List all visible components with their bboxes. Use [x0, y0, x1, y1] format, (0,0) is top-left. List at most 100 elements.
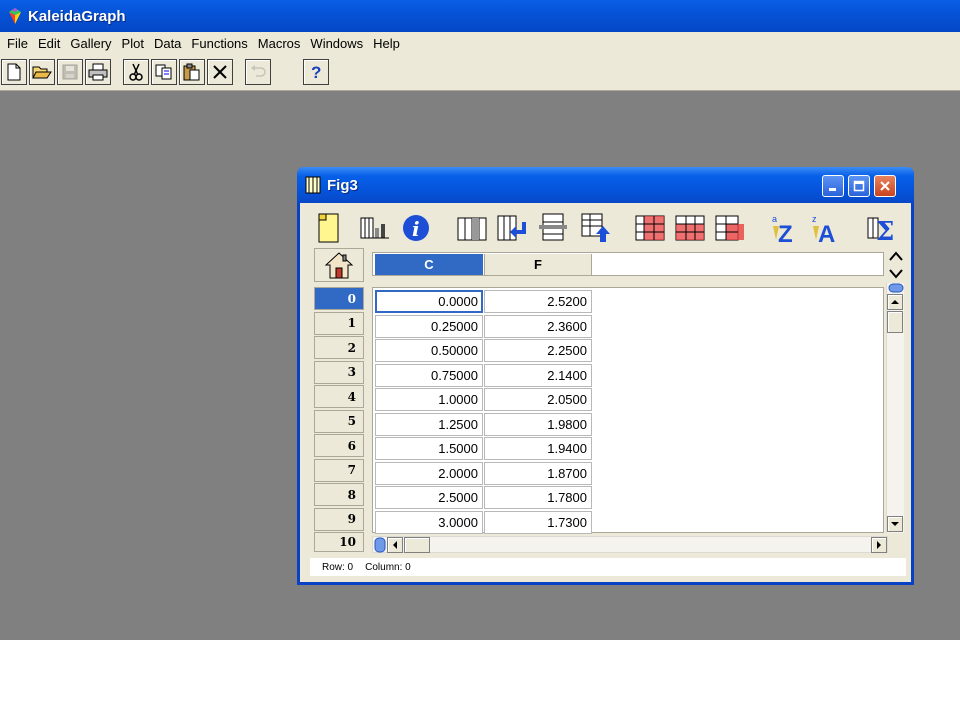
- svg-text:Σ: Σ: [876, 217, 894, 244]
- row-header[interactable]: 7: [314, 458, 364, 482]
- cell-c[interactable]: 0.75000: [375, 363, 483, 387]
- home-button[interactable]: [314, 248, 364, 282]
- row-header[interactable]: 8: [314, 483, 364, 506]
- cells-area: 0.0000 2.5200 0.25000 2.3600 0.50000 2.2…: [372, 287, 884, 534]
- data-window-toolbar: i aZ zA Σ: [310, 212, 906, 246]
- paste-button[interactable]: [179, 59, 205, 85]
- data-window-titlebar[interactable]: Fig3: [297, 167, 914, 203]
- row-header[interactable]: 3: [314, 360, 364, 384]
- move-row-up-icon[interactable]: [578, 212, 610, 244]
- app-titlebar: KaleidaGraph: [0, 0, 960, 32]
- open-folder-icon: [32, 66, 52, 79]
- menu-data[interactable]: Data: [149, 36, 186, 51]
- horizontal-scroll-thumb[interactable]: [404, 537, 430, 553]
- scissors-icon: [129, 63, 143, 81]
- new-document-icon: [7, 63, 21, 81]
- cut-button[interactable]: [123, 59, 149, 85]
- status-column: Column: 0: [365, 561, 411, 573]
- menu-plot[interactable]: Plot: [117, 36, 149, 51]
- save-button[interactable]: [57, 59, 83, 85]
- status-bar: Row: 0 Column: 0: [310, 558, 906, 576]
- cell-f[interactable]: 2.0500: [484, 388, 592, 411]
- cell-c[interactable]: 1.5000: [375, 437, 483, 460]
- sort-descending-icon[interactable]: zA: [810, 212, 842, 244]
- sum-sigma-icon[interactable]: Σ: [866, 212, 898, 244]
- menu-edit[interactable]: Edit: [33, 36, 65, 51]
- cell-c[interactable]: 0.25000: [375, 314, 483, 338]
- svg-text:?: ?: [311, 63, 321, 81]
- split-handle-horizontal-icon[interactable]: [374, 537, 386, 553]
- sort-red-block-icon[interactable]: [714, 212, 746, 244]
- vertical-scrollbar[interactable]: [886, 283, 904, 533]
- scroll-left-button[interactable]: [387, 537, 403, 553]
- sort-red-columns-icon[interactable]: [634, 212, 666, 244]
- cell-f[interactable]: 2.2500: [484, 339, 592, 362]
- menu-file[interactable]: File: [2, 36, 33, 51]
- cell-f[interactable]: 2.5200: [484, 290, 592, 313]
- insert-column-icon[interactable]: [456, 212, 488, 244]
- cell-f[interactable]: 1.8700: [484, 461, 592, 485]
- close-button[interactable]: [874, 175, 896, 197]
- plot-data-icon[interactable]: [359, 212, 391, 244]
- delete-button[interactable]: [207, 59, 233, 85]
- menu-functions[interactable]: Functions: [186, 36, 252, 51]
- sort-ascending-icon[interactable]: aZ: [770, 212, 802, 244]
- menu-windows[interactable]: Windows: [305, 36, 368, 51]
- cell-f[interactable]: 2.1400: [484, 363, 592, 387]
- cell-c[interactable]: 0.50000: [375, 339, 483, 362]
- save-disk-icon: [62, 64, 78, 80]
- arrow-left-icon: [393, 541, 397, 549]
- insert-row-icon[interactable]: [496, 212, 528, 244]
- row-header[interactable]: 1: [314, 311, 364, 335]
- help-question-icon: ?: [311, 63, 321, 81]
- cell-c[interactable]: 0.0000: [375, 290, 483, 313]
- menu-bar: File Edit Gallery Plot Data Functions Ma…: [0, 32, 960, 54]
- svg-text:A: A: [818, 221, 835, 244]
- minimize-button[interactable]: [822, 175, 844, 197]
- row-header[interactable]: 5: [314, 409, 364, 433]
- column-header-f[interactable]: F: [484, 254, 592, 275]
- svg-text:a: a: [772, 214, 777, 224]
- row-header[interactable]: 6: [314, 434, 364, 457]
- column-header-c[interactable]: C: [375, 254, 483, 275]
- help-button[interactable]: ?: [303, 59, 329, 85]
- home-icon: [324, 252, 354, 279]
- row-header[interactable]: 4: [314, 385, 364, 408]
- undo-button[interactable]: [245, 59, 271, 85]
- app-title: KaleidaGraph: [28, 7, 126, 25]
- menu-macros[interactable]: Macros: [253, 36, 306, 51]
- info-icon[interactable]: i: [400, 212, 432, 244]
- vertical-scroll-thumb[interactable]: [887, 311, 903, 333]
- scroll-up-button[interactable]: [887, 294, 903, 310]
- sort-red-rows-icon[interactable]: [674, 212, 706, 244]
- cell-c[interactable]: 2.0000: [375, 461, 483, 485]
- row-header[interactable]: 10: [314, 532, 364, 552]
- new-button[interactable]: [1, 59, 27, 85]
- menu-help[interactable]: Help: [368, 36, 405, 51]
- cell-f[interactable]: 1.7300: [484, 510, 592, 534]
- print-button[interactable]: [85, 59, 111, 85]
- open-button[interactable]: [29, 59, 55, 85]
- delete-rows-icon[interactable]: [537, 212, 569, 244]
- notes-icon[interactable]: [316, 212, 348, 244]
- cell-c[interactable]: 1.2500: [375, 412, 483, 436]
- split-handle-icon[interactable]: [888, 283, 904, 293]
- cell-c[interactable]: 3.0000: [375, 510, 483, 534]
- horizontal-scrollbar[interactable]: [372, 536, 888, 553]
- cell-f[interactable]: 1.9800: [484, 412, 592, 436]
- cell-f[interactable]: 1.9400: [484, 437, 592, 460]
- menu-gallery[interactable]: Gallery: [65, 36, 116, 51]
- cell-f[interactable]: 1.7800: [484, 486, 592, 509]
- row-header[interactable]: 9: [314, 507, 364, 531]
- maximize-button[interactable]: [848, 175, 870, 197]
- cell-c[interactable]: 2.5000: [375, 486, 483, 509]
- copy-button[interactable]: [151, 59, 177, 85]
- cell-f[interactable]: 2.3600: [484, 314, 592, 338]
- row-header[interactable]: 0: [314, 287, 364, 310]
- scroll-down-button[interactable]: [887, 516, 903, 532]
- scroll-right-button[interactable]: [871, 537, 887, 553]
- column-scroll-arrows-icon[interactable]: [888, 250, 904, 280]
- kaleidagraph-logo-icon: [9, 8, 21, 24]
- row-header[interactable]: 2: [314, 336, 364, 359]
- cell-c[interactable]: 1.0000: [375, 388, 483, 411]
